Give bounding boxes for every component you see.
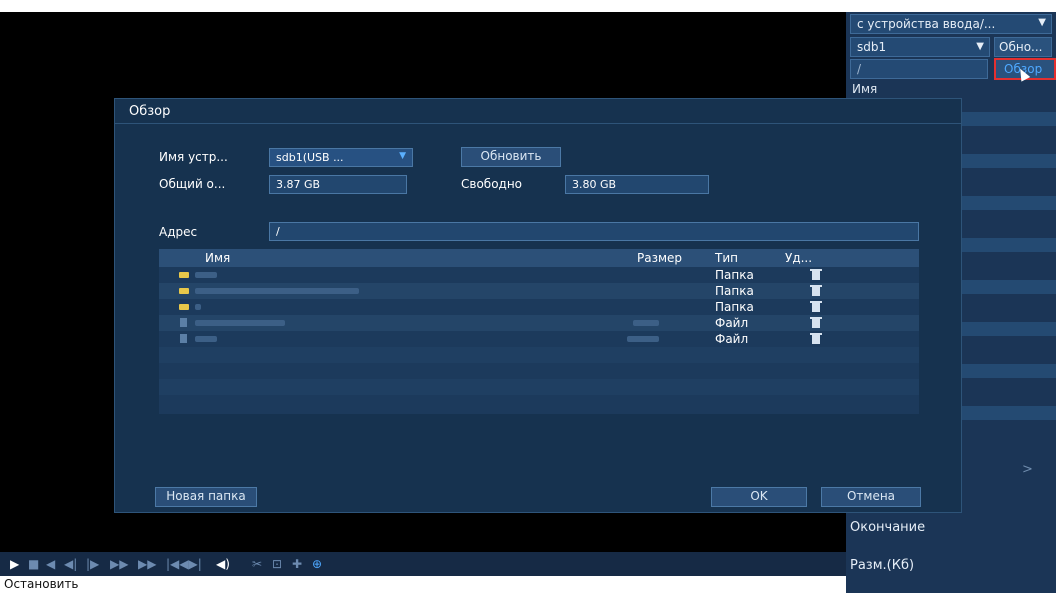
skip-icon[interactable]: |◀◀▶|	[166, 557, 202, 571]
file-name-redacted	[195, 288, 359, 294]
disk-select-value: sdb1	[857, 40, 887, 54]
disk-select[interactable]: sdb1 ▼	[850, 37, 990, 57]
stop-label: Остановить	[4, 577, 79, 591]
address-field[interactable]: /	[269, 222, 919, 241]
total-capacity-label: Общий о...	[159, 177, 226, 191]
ok-button[interactable]: OK	[711, 487, 807, 507]
divider	[115, 123, 961, 124]
prev-frame-icon[interactable]: ◀|	[64, 557, 77, 571]
end-time-label: Окончание	[850, 520, 926, 535]
list-row[interactable]	[960, 364, 1056, 378]
list-row[interactable]	[960, 238, 1056, 252]
next-page-icon[interactable]: >	[1022, 462, 1033, 477]
free-space-label: Свободно	[461, 177, 523, 191]
trash-icon[interactable]	[810, 317, 822, 328]
panel-refresh-button[interactable]: Обно...	[994, 37, 1052, 57]
refresh-button[interactable]: Обновить	[461, 147, 561, 167]
file-size-redacted	[633, 320, 659, 326]
source-select-value: с устройства ввода/...	[857, 17, 996, 31]
file-name-redacted	[195, 336, 217, 342]
row-type: Файл	[715, 332, 749, 346]
table-row	[159, 379, 919, 395]
col-size: Размер	[637, 251, 683, 265]
path-field[interactable]: /	[850, 59, 988, 79]
tag-icon[interactable]: ✚	[292, 557, 302, 571]
file-name-redacted	[195, 272, 217, 278]
table-row	[159, 363, 919, 379]
trash-icon[interactable]	[810, 301, 822, 312]
file-icon	[180, 318, 187, 327]
trash-icon[interactable]	[810, 333, 822, 344]
table-row[interactable]: Папка	[159, 283, 919, 299]
device-label: Имя устр...	[159, 150, 228, 164]
list-row[interactable]	[960, 154, 1056, 168]
table-row	[159, 395, 919, 411]
source-select[interactable]: с устройства ввода/... ▼	[850, 14, 1052, 34]
top-strip	[0, 0, 1056, 12]
list-row[interactable]	[960, 280, 1056, 294]
dialog-title: Обзор	[129, 104, 171, 119]
row-type: Папка	[715, 268, 754, 282]
fast-icon[interactable]: ▶▶	[138, 557, 156, 571]
stop-icon[interactable]: ■	[28, 557, 39, 571]
table-header: Имя Размер Тип Уд...	[159, 249, 919, 267]
file-name-redacted	[195, 320, 285, 326]
status-bar: Остановить	[0, 576, 846, 593]
list-row[interactable]	[960, 112, 1056, 126]
trash-icon[interactable]	[810, 285, 822, 296]
col-type: Тип	[715, 251, 738, 265]
table-row[interactable]: Файл	[159, 331, 919, 347]
next-frame-icon[interactable]: |▶	[86, 557, 99, 571]
free-space-value: 3.80 GB	[565, 175, 709, 194]
table-row[interactable]: Папка	[159, 267, 919, 283]
chevron-down-icon: ▼	[976, 41, 984, 52]
row-type: Файл	[715, 316, 749, 330]
play-icon[interactable]: ▶	[10, 557, 19, 571]
table-row[interactable]: Папка	[159, 299, 919, 315]
row-type: Папка	[715, 300, 754, 314]
zoom-icon[interactable]: ⊕	[312, 557, 322, 571]
new-folder-button[interactable]: Новая папка	[155, 487, 257, 507]
folder-icon	[179, 288, 189, 294]
total-capacity-value: 3.87 GB	[269, 175, 407, 194]
folder-icon	[179, 304, 189, 310]
chevron-down-icon: ▼	[1038, 17, 1046, 28]
file-icon	[180, 334, 187, 343]
address-label: Адрес	[159, 225, 198, 239]
device-select-value: sdb1(USB ...	[276, 151, 344, 164]
device-select[interactable]: sdb1(USB ... ▼	[269, 148, 413, 167]
list-row[interactable]	[960, 322, 1056, 336]
volume-icon[interactable]: ◀)	[216, 557, 230, 571]
slow-icon[interactable]: ▶▶	[110, 557, 128, 571]
file-table: Имя Размер Тип Уд... Папка Папка Папка Ф…	[159, 249, 919, 414]
file-size-redacted	[627, 336, 659, 342]
file-name-redacted	[195, 304, 201, 310]
reverse-play-icon[interactable]: ◀	[46, 557, 55, 571]
table-row	[159, 347, 919, 363]
cancel-button[interactable]: Отмена	[821, 487, 921, 507]
list-row[interactable]	[960, 196, 1056, 210]
folder-icon	[179, 272, 189, 278]
chevron-down-icon: ▼	[399, 151, 406, 161]
trash-icon[interactable]	[810, 269, 822, 280]
list-row[interactable]	[960, 406, 1056, 420]
col-delete: Уд...	[785, 251, 813, 265]
row-type: Папка	[715, 284, 754, 298]
size-label: Разм.(Кб)	[850, 558, 915, 573]
playback-bar: ▶ ■ ◀ ◀| |▶ ▶▶ ▶▶ |◀◀▶| ◀) ✂ ⊡ ✚ ⊕	[0, 552, 846, 576]
name-column-header: Имя	[852, 82, 878, 96]
table-row[interactable]: Файл	[159, 315, 919, 331]
browse-dialog: Обзор Имя устр... sdb1(USB ... ▼ Обновит…	[114, 98, 962, 513]
col-name: Имя	[205, 251, 231, 265]
snapshot-icon[interactable]: ⊡	[272, 557, 282, 571]
clip-icon[interactable]: ✂	[252, 557, 262, 571]
